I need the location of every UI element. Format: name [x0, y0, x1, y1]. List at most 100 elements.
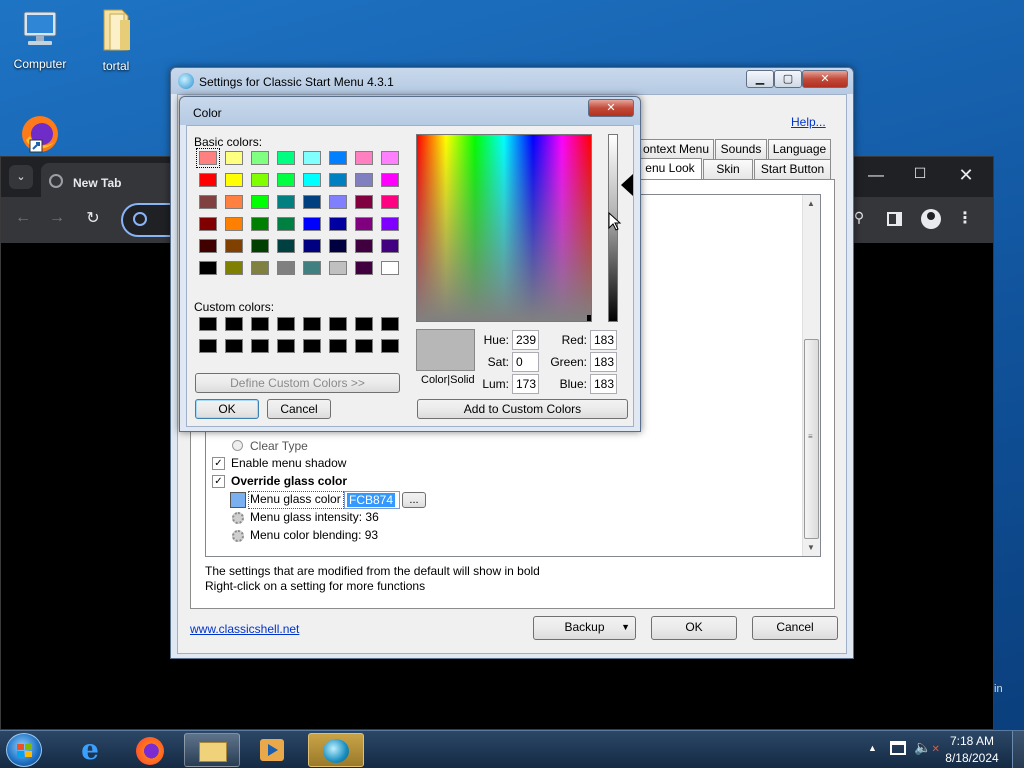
basic-color-swatch[interactable]	[225, 173, 243, 187]
basic-color-swatch[interactable]	[381, 173, 399, 187]
basic-color-swatch[interactable]	[225, 261, 243, 275]
tab-language[interactable]: Language	[768, 139, 831, 159]
back-arrow-icon[interactable]: ←	[11, 209, 35, 227]
basic-color-swatch[interactable]	[303, 239, 321, 253]
basic-color-swatch[interactable]	[381, 151, 399, 165]
taskbar-internet-explorer-icon[interactable]: e	[62, 733, 118, 767]
glass-intensity-label[interactable]: Menu glass intensity: 36	[250, 510, 379, 524]
clear-type-radio[interactable]	[232, 440, 243, 451]
scroll-down-arrow-icon[interactable]: ▼	[807, 543, 815, 552]
side-panel-icon[interactable]	[887, 212, 902, 226]
basic-color-swatch[interactable]	[381, 239, 399, 253]
basic-color-swatch[interactable]	[199, 173, 217, 187]
chrome-close-icon[interactable]: ✕	[951, 165, 981, 186]
classicshell-website-link[interactable]: www.classicshell.net	[190, 622, 299, 636]
basic-color-swatch[interactable]	[225, 217, 243, 231]
basic-color-swatch[interactable]	[303, 173, 321, 187]
tab-search-chevron-icon[interactable]: ⌄	[9, 165, 33, 189]
basic-color-swatch[interactable]	[277, 217, 295, 231]
custom-color-swatch[interactable]	[381, 339, 399, 353]
basic-color-swatch[interactable]	[251, 217, 269, 231]
basic-color-swatch[interactable]	[329, 217, 347, 231]
chrome-menu-icon[interactable]: ⋮	[955, 208, 975, 228]
custom-color-swatch[interactable]	[277, 317, 295, 331]
basic-color-swatch[interactable]	[381, 261, 399, 275]
basic-color-swatch[interactable]	[277, 261, 295, 275]
taskbar-classic-shell-icon[interactable]	[308, 733, 364, 767]
taskbar-media-player-icon[interactable]	[244, 733, 300, 767]
basic-color-swatch[interactable]	[225, 195, 243, 209]
luminance-arrow-icon[interactable]	[621, 174, 633, 196]
settings-tree-scrollbar[interactable]: ▲ ≡ ▼	[802, 195, 820, 556]
profile-avatar-icon[interactable]	[921, 209, 941, 229]
custom-color-swatch[interactable]	[381, 317, 399, 331]
basic-color-swatch[interactable]	[225, 151, 243, 165]
hue-input[interactable]: 239	[512, 330, 539, 350]
basic-color-swatch[interactable]	[329, 151, 347, 165]
settings-ok-button[interactable]: OK	[651, 616, 737, 640]
basic-color-swatch[interactable]	[277, 239, 295, 253]
basic-color-swatch[interactable]	[381, 217, 399, 231]
scroll-up-arrow-icon[interactable]: ▲	[807, 199, 815, 208]
color-cancel-button[interactable]: Cancel	[267, 399, 331, 419]
basic-color-swatch[interactable]	[199, 261, 217, 275]
show-hidden-icons-arrow-icon[interactable]: ▲	[868, 743, 877, 753]
green-input[interactable]: 183	[590, 352, 617, 372]
settings-maximize-button[interactable]: ▢	[774, 70, 802, 88]
custom-color-swatch[interactable]	[355, 317, 373, 331]
basic-color-swatch[interactable]	[225, 239, 243, 253]
settings-minimize-button[interactable]: ▁	[746, 70, 774, 88]
basic-color-swatch[interactable]	[277, 195, 295, 209]
settings-close-button[interactable]: ✕	[802, 70, 848, 88]
basic-color-swatch[interactable]	[329, 261, 347, 275]
basic-color-swatch[interactable]	[277, 173, 295, 187]
basic-color-swatch[interactable]	[251, 173, 269, 187]
basic-color-swatch[interactable]	[196, 148, 220, 168]
volume-muted-icon[interactable]: 🔈✕	[914, 739, 940, 756]
basic-color-swatch[interactable]	[277, 151, 295, 165]
basic-color-swatch[interactable]	[251, 195, 269, 209]
basic-color-swatch[interactable]	[329, 195, 347, 209]
glass-color-input[interactable]: FCB874	[344, 491, 400, 509]
blue-input[interactable]: 183	[590, 374, 617, 394]
tab-sounds[interactable]: Sounds	[715, 139, 767, 159]
basic-color-swatch[interactable]	[199, 239, 217, 253]
custom-color-swatch[interactable]	[251, 339, 269, 353]
basic-color-swatch[interactable]	[303, 151, 321, 165]
glass-color-browse-button[interactable]: ...	[402, 492, 426, 508]
basic-color-swatch[interactable]	[355, 239, 373, 253]
color-ok-button[interactable]: OK	[195, 399, 259, 419]
basic-color-swatch[interactable]	[303, 217, 321, 231]
add-to-custom-colors-button[interactable]: Add to Custom Colors	[417, 399, 628, 419]
custom-color-swatch[interactable]	[277, 339, 295, 353]
enable-shadow-checkbox[interactable]: ✓	[212, 457, 225, 470]
basic-color-swatch[interactable]	[199, 217, 217, 231]
reload-icon[interactable]: ↻	[81, 208, 105, 228]
basic-color-swatch[interactable]	[251, 239, 269, 253]
basic-color-swatch[interactable]	[251, 151, 269, 165]
basic-color-swatch[interactable]	[355, 195, 373, 209]
clock[interactable]: 7:18 AM 8/18/2024	[944, 734, 1000, 765]
desktop-icon-firefox[interactable]	[2, 110, 78, 157]
network-icon[interactable]	[890, 741, 906, 755]
scrollbar-thumb[interactable]: ≡	[804, 339, 819, 539]
basic-color-swatch[interactable]	[355, 261, 373, 275]
basic-color-swatch[interactable]	[329, 173, 347, 187]
help-link[interactable]: Help...	[791, 115, 826, 129]
settings-cancel-button[interactable]: Cancel	[752, 616, 838, 640]
taskbar-file-explorer-icon[interactable]	[184, 733, 240, 767]
start-orb-icon[interactable]	[6, 733, 42, 767]
color-spectrum[interactable]	[416, 134, 592, 322]
custom-color-swatch[interactable]	[225, 339, 243, 353]
custom-color-swatch[interactable]	[199, 317, 217, 331]
lum-input[interactable]: 173	[512, 374, 539, 394]
color-blending-label[interactable]: Menu color blending: 93	[250, 528, 378, 542]
custom-color-swatch[interactable]	[225, 317, 243, 331]
custom-color-swatch[interactable]	[329, 317, 347, 331]
desktop-icon-computer[interactable]: Computer	[2, 8, 78, 71]
taskbar-firefox-icon[interactable]	[122, 733, 178, 767]
chrome-minimize-icon[interactable]: —	[861, 167, 891, 185]
custom-color-swatch[interactable]	[303, 339, 321, 353]
backup-button[interactable]: Backup ▼	[533, 616, 636, 640]
forward-arrow-icon[interactable]: →	[45, 209, 69, 227]
